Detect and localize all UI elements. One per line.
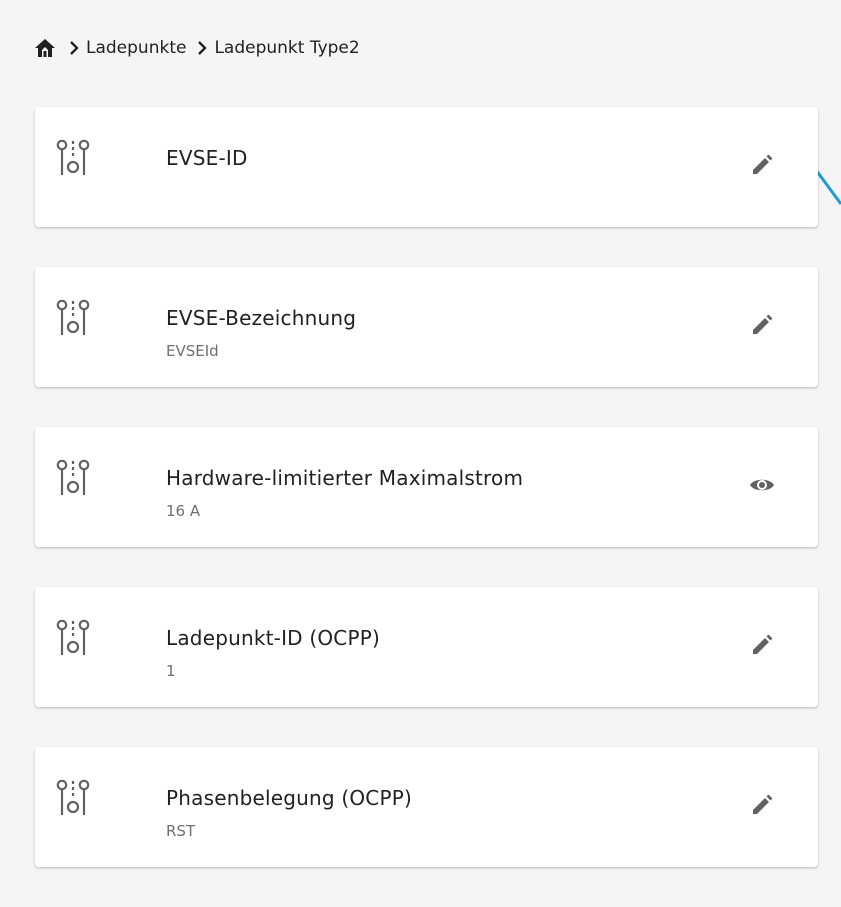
settings-sliders-icon <box>55 455 91 501</box>
setting-card-hardware-max-current[interactable]: Hardware-limitierter Maximalstrom 16 A <box>35 427 818 547</box>
setting-value: 1 <box>166 662 176 680</box>
setting-value: RST <box>166 822 196 840</box>
chevron-right-icon <box>194 40 210 56</box>
edit-pencil-icon[interactable] <box>746 789 778 821</box>
view-eye-icon[interactable] <box>746 469 778 501</box>
settings-sliders-icon <box>55 135 91 181</box>
settings-sliders-icon <box>55 615 91 661</box>
setting-card-ladepunkt-id[interactable]: Ladepunkt-ID (OCPP) 1 <box>35 587 818 707</box>
edit-pencil-icon[interactable] <box>746 629 778 661</box>
setting-title: Hardware-limitierter Maximalstrom <box>166 466 524 490</box>
setting-card-evse-id[interactable]: EVSE-ID <box>35 107 818 227</box>
accent-line <box>814 169 841 205</box>
home-icon[interactable] <box>34 38 56 58</box>
chevron-right-icon <box>66 40 82 56</box>
breadcrumb: Ladepunkte Ladepunkt Type2 <box>34 34 360 62</box>
setting-value: 16 A <box>166 502 201 520</box>
setting-title: Phasenbelegung (OCPP) <box>166 786 412 810</box>
edit-pencil-icon[interactable] <box>746 309 778 341</box>
breadcrumb-item-current: Ladepunkt Type2 <box>214 38 360 58</box>
setting-card-phasenbelegung[interactable]: Phasenbelegung (OCPP) RST <box>35 747 818 867</box>
setting-title: EVSE-ID <box>166 146 248 170</box>
settings-list: EVSE-ID EVSE-Bezeichnung EVSEId Hardware… <box>35 107 818 907</box>
setting-title: EVSE-Bezeichnung <box>166 306 357 330</box>
settings-sliders-icon <box>55 295 91 341</box>
edit-pencil-icon[interactable] <box>746 149 778 181</box>
setting-value: EVSEId <box>166 342 219 360</box>
setting-card-evse-bezeichnung[interactable]: EVSE-Bezeichnung EVSEId <box>35 267 818 387</box>
settings-sliders-icon <box>55 775 91 821</box>
setting-title: Ladepunkt-ID (OCPP) <box>166 626 380 650</box>
breadcrumb-item-ladepunkte[interactable]: Ladepunkte <box>86 38 186 58</box>
